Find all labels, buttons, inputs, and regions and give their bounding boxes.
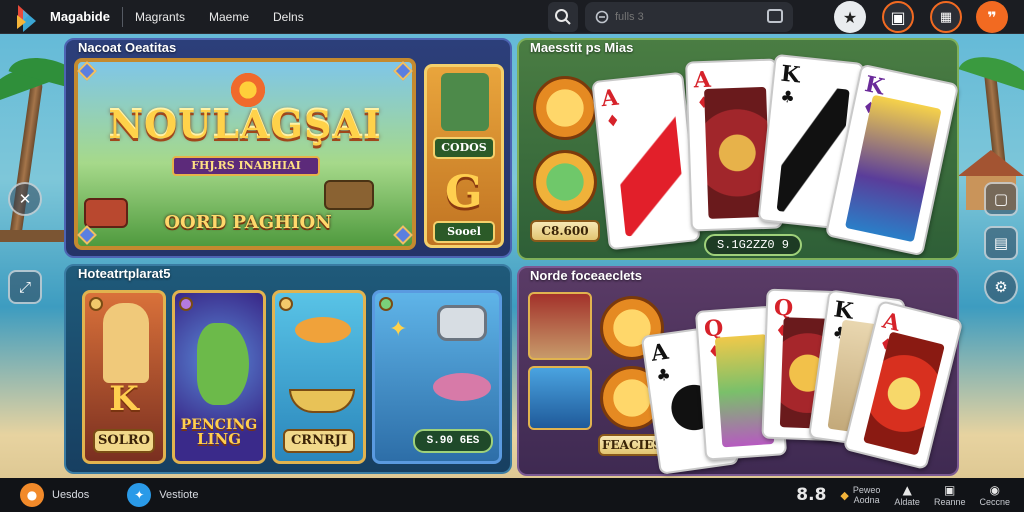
- pirate-avatar: [528, 292, 592, 360]
- side-game-tile[interactable]: CODOS G Sooel: [424, 64, 504, 248]
- cards-panel-title: Maesstit ps Mias: [530, 40, 634, 55]
- cart-icon[interactable]: ▣: [882, 1, 914, 33]
- tile-label: LING: [196, 430, 242, 448]
- search-icon: [555, 9, 571, 25]
- bottom-right-group: 8.8 ◆ Peweo Aodna ▲ Aldate ▣ Reanne ◉ Ce…: [796, 482, 1010, 508]
- quote-icon[interactable]: ❞: [976, 1, 1008, 33]
- bottom-item-bottom: Ceccne: [979, 497, 1010, 507]
- bottom-link-chat[interactable]: ● Uesdos: [20, 483, 89, 507]
- character-avatar: [441, 73, 489, 131]
- chat-icon: ●: [20, 483, 44, 507]
- side-tile-letter: G: [445, 167, 483, 218]
- bottom-link-label: Vestiote: [159, 489, 199, 501]
- bottom-item-bottom: Reanne: [933, 497, 966, 507]
- hero-title: NOULAGŞAI: [108, 102, 382, 147]
- tile-button[interactable]: S.90 6ES: [413, 429, 493, 453]
- game-tile[interactable]: PENCING LING: [172, 290, 266, 464]
- close-icon[interactable]: ✕: [8, 182, 42, 216]
- search-button[interactable]: [548, 2, 578, 32]
- lock-icon: ◆: [840, 488, 849, 502]
- gem-icon: [89, 297, 103, 311]
- settings-icon[interactable]: ⚙: [984, 270, 1018, 304]
- treasure-chest-icon: [84, 198, 128, 228]
- circle-icon: ◉: [989, 483, 1000, 497]
- wooden-dock: [0, 230, 70, 242]
- playing-card[interactable]: A ♦: [591, 71, 701, 251]
- bottom-item-bottom: Aldate: [894, 497, 920, 507]
- bottom-item-3[interactable]: ▣ Reanne: [934, 483, 966, 507]
- logo-icon: [14, 2, 44, 32]
- bottom-item-1[interactable]: ◆ Peweo Aodna: [840, 485, 880, 505]
- game-tile[interactable]: ✦ S.90 6ES: [372, 290, 502, 464]
- gold-coin-icon: [533, 76, 597, 140]
- green-coin-icon: [533, 150, 597, 214]
- tile-label: CRNRJI: [283, 429, 355, 453]
- divider: [121, 6, 123, 27]
- boat-icon: [289, 389, 355, 413]
- top-bar: Magabide Magrants Maeme Delns ★ ▣ ▦ ❞: [0, 0, 1024, 34]
- calendar-icon[interactable]: ▦: [930, 1, 962, 33]
- coin-button[interactable]: C8.600: [530, 220, 600, 242]
- jackpot-caption: S.1G2ZZ0 9: [704, 234, 802, 256]
- camera-icon[interactable]: [767, 9, 783, 23]
- grid-icon[interactable]: ▤: [984, 226, 1018, 260]
- tile-label: SOLRO: [93, 429, 155, 453]
- bottom-bar: ● Uesdos ✦ Vestiote 8.8 ◆ Peweo Aodna ▲ …: [0, 478, 1024, 512]
- nav-link-2[interactable]: Maeme: [209, 10, 249, 24]
- pirate-panel-title: Norde foceaeclets: [530, 268, 642, 283]
- bottom-link-label: Uesdos: [52, 489, 90, 501]
- star-icon: ✦: [389, 317, 408, 342]
- gem-icon: [379, 297, 393, 311]
- brand-name[interactable]: Magabide: [50, 9, 110, 24]
- card-art: [844, 94, 942, 243]
- fish-portrait: [528, 366, 592, 430]
- gem-icon: [179, 297, 193, 311]
- nav-link-3[interactable]: Delns: [273, 10, 304, 24]
- side-tile-label: CODOS: [433, 137, 495, 159]
- triangle-icon: ▲: [902, 483, 912, 497]
- window-icon[interactable]: ▢: [984, 182, 1018, 216]
- card-art: [612, 100, 688, 237]
- fish-icon: [295, 317, 351, 343]
- fish-icon: [197, 323, 249, 405]
- fishing-panel-title: Hoteatrtplarat5: [78, 266, 171, 281]
- tile-letter: K: [109, 379, 139, 419]
- gem-icon: [279, 297, 293, 311]
- bird-icon: ✦: [127, 483, 152, 507]
- bottom-item-4[interactable]: ◉ Ceccne: [979, 483, 1010, 507]
- character-portrait: [103, 303, 149, 383]
- star-icon[interactable]: ★: [834, 1, 866, 33]
- featured-panel-title: Nacoat Oeatitas: [78, 40, 177, 55]
- reel-icon: [437, 305, 487, 341]
- box-icon: ▣: [944, 483, 956, 497]
- treasure-chest-icon: [324, 180, 374, 210]
- fish-icon: [433, 373, 491, 401]
- game-tile[interactable]: K SOLRO: [82, 290, 166, 464]
- card-art: [863, 331, 945, 456]
- bottom-item-bottom: Aodna: [853, 495, 880, 505]
- side-tile-button[interactable]: Sooel: [433, 221, 495, 243]
- search-input[interactable]: [615, 11, 765, 23]
- hero-banner[interactable]: NOULAGŞAI FHJ.RS INABHIAI OORD PAGHION: [74, 58, 416, 250]
- bottom-item-2[interactable]: ▲ Aldate: [894, 483, 920, 507]
- game-tile[interactable]: CRNRJI: [272, 290, 366, 464]
- bottom-item-top: Peweo: [852, 485, 881, 495]
- hero-cta-label: OORD PAGHION: [164, 212, 332, 233]
- bottom-link-social[interactable]: ✦ Vestiote: [127, 483, 198, 507]
- filter-icon: [595, 10, 609, 24]
- hero-subtitle: FHJ.RS INABHIAI: [172, 156, 320, 176]
- score-display: 8.8: [796, 485, 827, 505]
- search-field[interactable]: [585, 2, 793, 32]
- expand-icon[interactable]: ⤢: [8, 270, 42, 304]
- nav-link-1[interactable]: Magrants: [135, 10, 185, 24]
